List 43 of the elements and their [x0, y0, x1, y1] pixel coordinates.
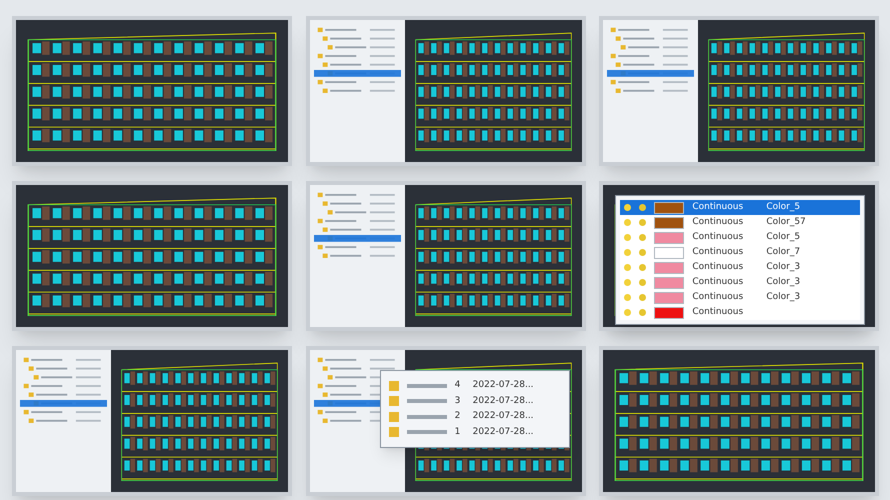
version-date: 2022-07-28...: [472, 379, 534, 392]
version-date: 2022-07-28...: [472, 426, 534, 438]
color-swatch[interactable]: [654, 202, 684, 214]
color-name-text: Color_7: [766, 246, 802, 259]
layer-row[interactable]: Continuous Color_7: [620, 245, 860, 260]
linetype-text: Continuous: [692, 290, 744, 304]
color-name-text: Color_5: [766, 200, 802, 214]
layer-row[interactable]: Continuous Color_3: [620, 260, 860, 275]
version-number: 4: [454, 379, 462, 392]
linetype-text: Continuous: [692, 260, 744, 274]
color-swatch[interactable]: [654, 246, 684, 258]
layer-row[interactable]: Continuous Color_3: [620, 275, 860, 290]
file-name-bar: [406, 414, 447, 419]
file-name-bar: [406, 430, 447, 434]
linetype-text: Continuous: [692, 306, 744, 319]
color-name-text: Color_3: [766, 290, 802, 304]
layer-row[interactable]: Continuous Color_5: [620, 230, 860, 245]
linetype-text: Continuous: [692, 216, 744, 229]
version-number: 2: [454, 410, 462, 423]
layer-row[interactable]: Continuous Color_3: [620, 290, 860, 305]
layer-row[interactable]: Continuous: [620, 305, 860, 320]
version-number: 1: [454, 426, 462, 438]
layer-row[interactable]: Continuous Color_5: [620, 200, 860, 215]
linetype-text: Continuous: [692, 276, 744, 289]
color-swatch[interactable]: [654, 216, 684, 228]
color-name-text: Color_5: [766, 230, 802, 244]
version-date: 2022-07-28...: [472, 410, 534, 423]
color-swatch[interactable]: [654, 276, 684, 288]
linetype-text: Continuous: [692, 230, 744, 244]
color-name-text: Color_57: [766, 216, 807, 229]
linetype-text: Continuous: [692, 246, 744, 259]
version-number: 3: [454, 394, 462, 408]
color-swatch[interactable]: [654, 262, 684, 274]
file-name-bar: [406, 384, 447, 388]
file-name-bar: [406, 399, 447, 404]
color-name-text: Color_3: [766, 260, 802, 274]
color-name-text: Color_3: [766, 276, 802, 289]
layer-row[interactable]: Continuous Color_57: [620, 215, 860, 230]
color-swatch[interactable]: [654, 232, 684, 244]
color-swatch[interactable]: [654, 306, 684, 318]
color-swatch[interactable]: [654, 292, 684, 304]
linetype-text: Continuous: [692, 200, 744, 214]
version-date: 2022-07-28...: [472, 394, 534, 408]
